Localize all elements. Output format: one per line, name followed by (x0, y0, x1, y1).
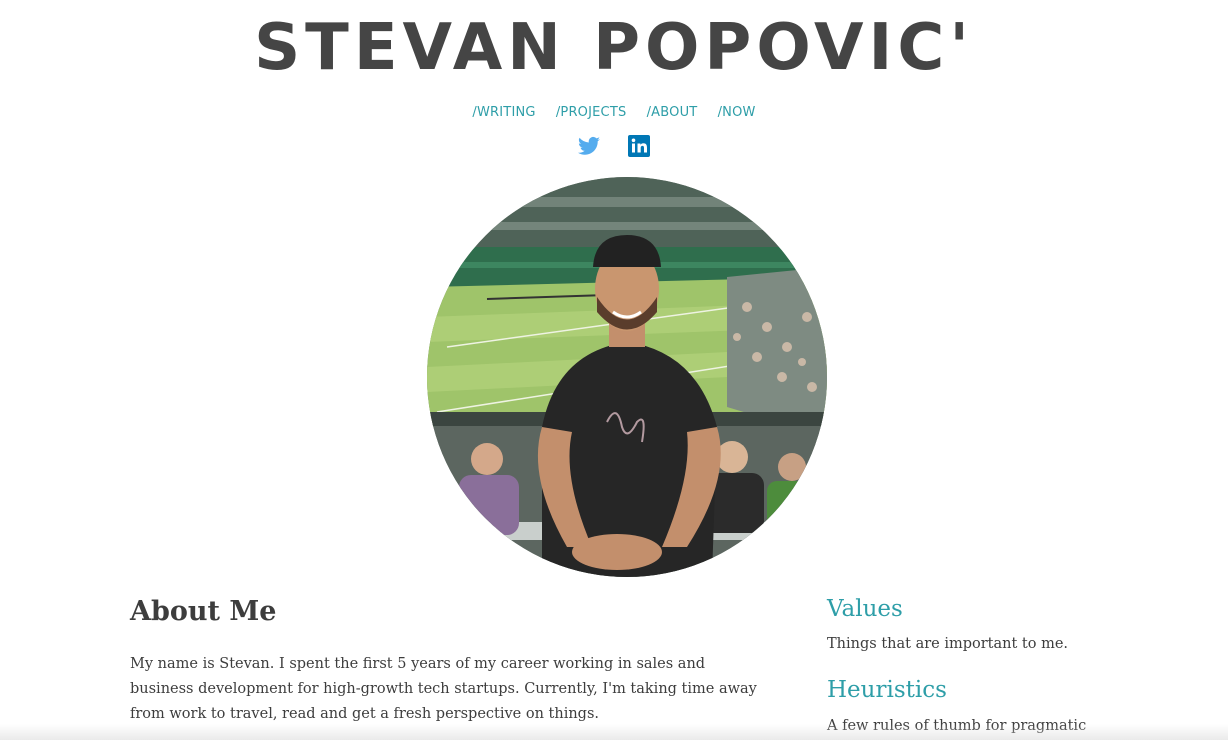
linkedin-icon[interactable] (627, 134, 651, 158)
nav-writing-link[interactable]: /WRITING (472, 105, 535, 120)
twitter-icon[interactable] (577, 134, 601, 158)
profile-photo (427, 177, 827, 577)
nav-about-link[interactable]: /ABOUT (647, 105, 698, 120)
heuristics-link[interactable]: Heuristics (827, 677, 947, 703)
values-description: Things that are important to me. (827, 636, 1069, 652)
site-title: STEVAN POPOVIC' (254, 11, 974, 85)
nav-projects-link[interactable]: /PROJECTS (556, 105, 627, 120)
main-nav: /WRITING /PROJECTS /ABOUT /NOW (0, 105, 1228, 120)
nav-now-link[interactable]: /NOW (718, 105, 756, 120)
social-links (0, 134, 1228, 160)
about-heading: About Me (130, 596, 277, 627)
bottom-fade (0, 724, 1228, 740)
about-paragraph: My name is Stevan. I spent the first 5 y… (130, 656, 757, 722)
values-link[interactable]: Values (827, 596, 903, 622)
